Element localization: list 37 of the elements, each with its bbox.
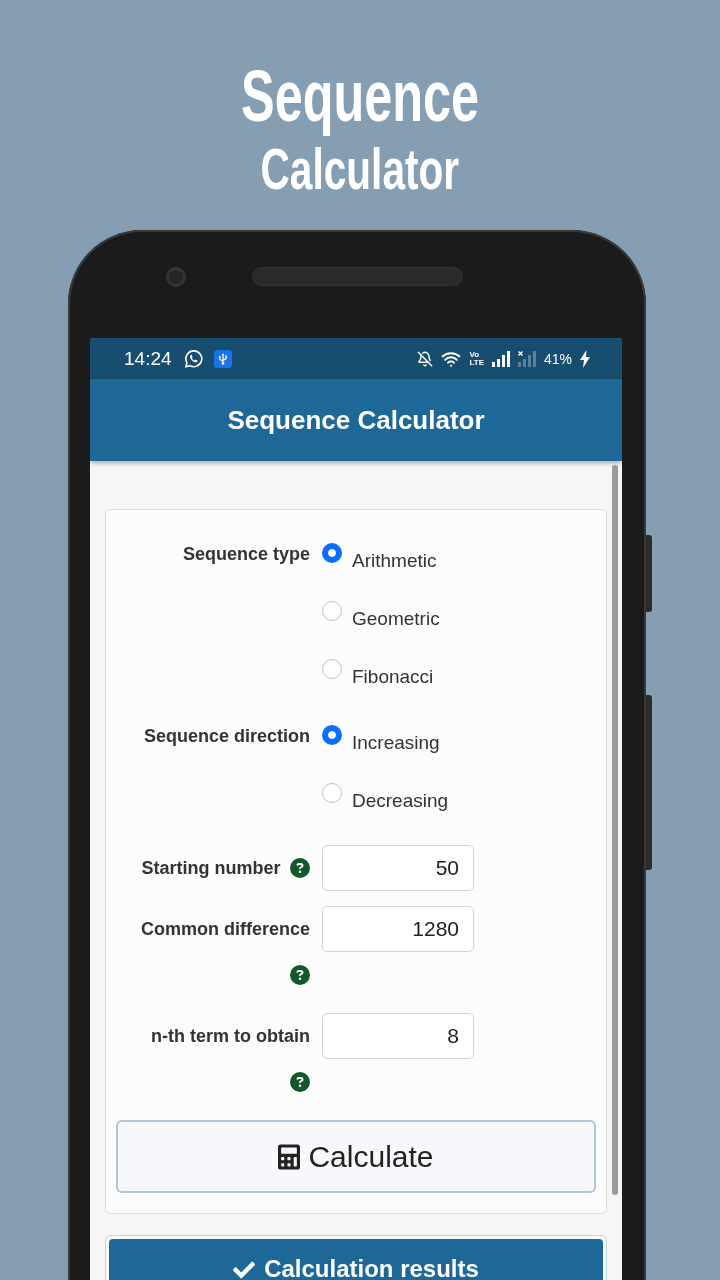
app-title: Sequence Calculator — [227, 405, 485, 435]
usb-icon — [213, 349, 232, 368]
option-label: Decreasing — [352, 789, 449, 813]
radio-button[interactable] — [322, 659, 342, 679]
signal-icon — [491, 350, 510, 367]
check-icon — [233, 1259, 256, 1280]
calculator-icon — [278, 1142, 301, 1171]
radio-button[interactable] — [322, 601, 342, 621]
results-button[interactable]: Calculation results — [109, 1239, 603, 1280]
help-icon[interactable] — [290, 1071, 310, 1092]
battery-percent: 41% — [543, 350, 572, 367]
signal-no-service-icon — [517, 350, 536, 367]
camera-icon — [166, 267, 186, 287]
field-label: Common difference — [140, 919, 310, 939]
option-label: Geometric — [352, 607, 440, 631]
volte-indicator: Vo LTE — [469, 350, 484, 367]
number-input[interactable]: 50 — [322, 845, 474, 891]
chat-bubble-icon — [184, 349, 203, 368]
help-icon[interactable] — [290, 857, 310, 878]
radio-button[interactable] — [322, 783, 342, 803]
field-label: Sequence direction — [143, 726, 310, 746]
number-input[interactable]: 8 — [322, 1013, 474, 1059]
field-label: Starting number — [141, 858, 281, 878]
number-input[interactable]: 1280 — [322, 906, 474, 952]
status-time: 14:24 — [124, 347, 172, 370]
help-icon[interactable] — [290, 964, 310, 985]
option-label: Fibonacci — [352, 665, 434, 689]
bell-off-icon — [417, 350, 434, 367]
radio-button[interactable] — [322, 543, 342, 563]
option-label: Arithmetic — [352, 549, 437, 573]
option-label: Increasing — [352, 731, 440, 755]
calculate-button[interactable]: Calculate — [116, 1120, 596, 1193]
headline-title: Sequence — [240, 56, 480, 136]
field-label: Sequence type — [182, 544, 310, 564]
headline-subtitle: Calculator — [260, 136, 460, 202]
radio-button[interactable] — [322, 725, 342, 745]
field-label: n-th term to obtain — [151, 1026, 310, 1046]
